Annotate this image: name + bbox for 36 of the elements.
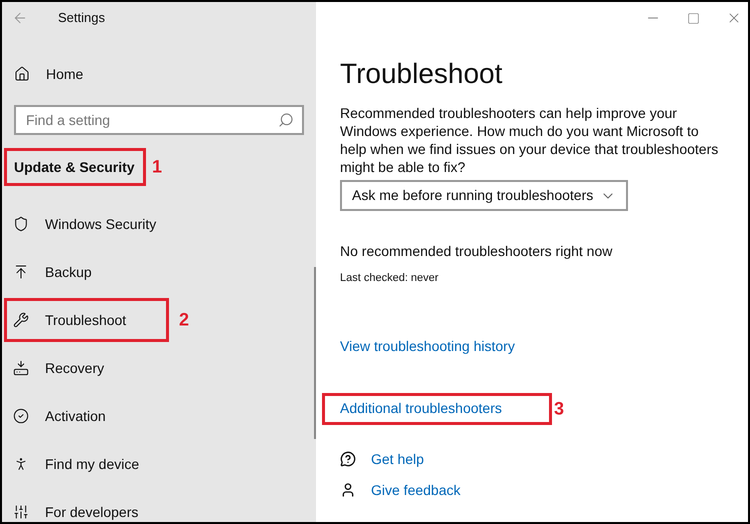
dropdown[interactable]: Ask me before running troubleshooters [340, 180, 628, 211]
help-bubble-icon [340, 451, 356, 467]
arrow-up-icon [13, 264, 29, 280]
search-icon [278, 112, 294, 128]
section-heading: Update & Security [14, 158, 135, 177]
last-checked: Last checked: never [340, 271, 440, 286]
check-circle-icon [13, 408, 29, 424]
description: Recommended troubleshooters can help improve your Windows experience. How much do you want Microsoft to help when we find issues on your device that troubleshooters might be able to fix? [340, 104, 720, 176]
window-title: Settings [58, 9, 105, 28]
page-title: Troubleshoot [340, 57, 504, 91]
search-field[interactable]: Find a setting [14, 105, 304, 135]
nav-item[interactable]: Recovery [45, 358, 104, 378]
scrollbar[interactable] [314, 267, 316, 439]
nav-item[interactable]: Home [46, 64, 84, 84]
status-text: No recommended troubleshooters right now [340, 242, 614, 261]
shield-icon [13, 216, 29, 232]
wrench-icon [13, 312, 29, 328]
nav-item[interactable]: For developers [45, 502, 138, 522]
link[interactable]: Additional troubleshooters [340, 398, 502, 419]
nav-item[interactable]: Troubleshoot [45, 310, 126, 330]
nav-item[interactable]: Activation [45, 406, 106, 426]
sliders-icon [13, 504, 29, 520]
link[interactable]: Get help [371, 448, 424, 470]
home-icon [14, 66, 30, 82]
nav-item[interactable]: Find my device [45, 454, 140, 474]
maximize-icon[interactable] [687, 12, 700, 24]
link[interactable]: Give feedback [371, 480, 460, 500]
drive-icon [13, 360, 29, 376]
step-number: 2 [179, 308, 190, 332]
person-icon [340, 482, 356, 498]
step-number: 1 [152, 156, 162, 178]
link[interactable]: View troubleshooting history [340, 336, 515, 357]
nav-item[interactable]: Backup [45, 262, 92, 282]
back-icon[interactable] [12, 10, 28, 26]
step-number: 3 [554, 397, 564, 420]
nav-item[interactable]: Windows Security [45, 214, 156, 234]
